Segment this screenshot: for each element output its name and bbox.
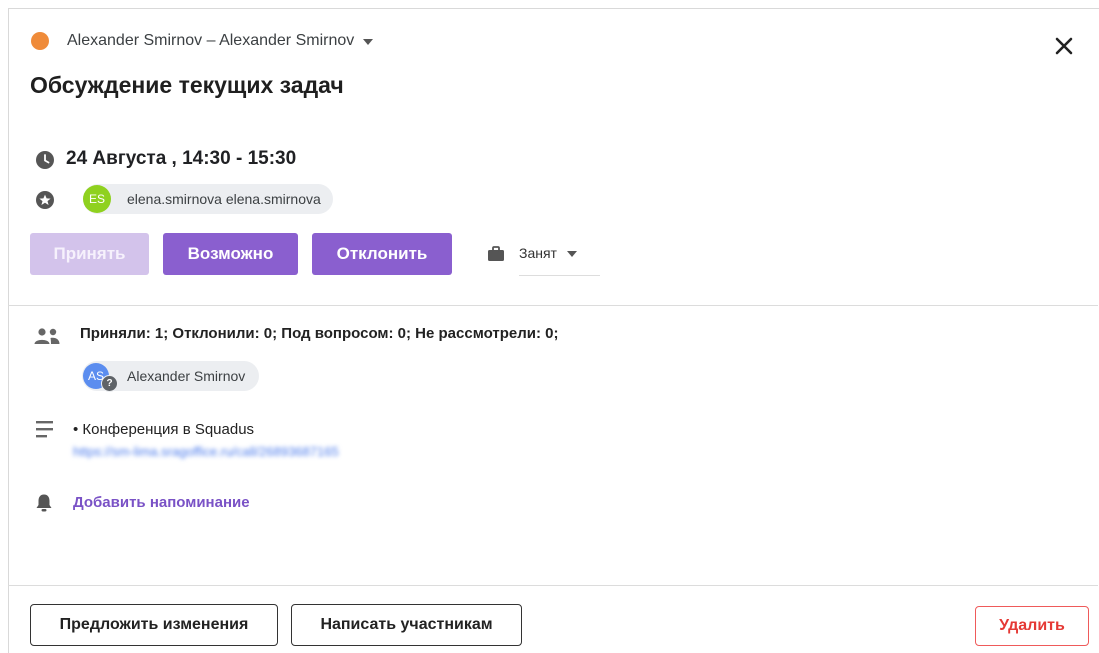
decline-button[interactable]: Отклонить	[312, 233, 452, 275]
accept-button[interactable]: Принять	[30, 233, 149, 275]
bell-icon	[36, 494, 52, 512]
maybe-button[interactable]: Возможно	[163, 233, 298, 275]
attendance-summary: Приняли: 1; Отклонили: 0; Под вопросом: …	[80, 325, 559, 342]
question-badge-icon: ?	[101, 375, 118, 392]
chevron-down-icon	[363, 39, 374, 45]
message-participants-button[interactable]: Написать участникам	[291, 604, 522, 646]
calendar-owner-label: Alexander Smirnov – Alexander Smirnov	[67, 32, 355, 49]
availability-value: Занят	[519, 245, 557, 261]
delete-button[interactable]: Удалить	[975, 606, 1089, 646]
conference-link[interactable]: https://sm-lima.sragoffice.ru/call/26893…	[73, 444, 339, 459]
briefcase-icon	[488, 246, 504, 261]
event-title: Обсуждение текущих задач	[30, 72, 344, 98]
people-icon	[34, 328, 60, 344]
attendee-name: Alexander Smirnov	[127, 368, 246, 384]
description-icon	[36, 421, 53, 438]
description-text: • Конференция в Squadus	[73, 421, 255, 438]
add-reminder-link[interactable]: Добавить напоминание	[73, 494, 250, 511]
availability-select[interactable]: Занят	[519, 245, 577, 261]
calendar-color-dot	[31, 32, 49, 50]
avatar: AS ?	[83, 363, 118, 392]
attendee-chip[interactable]: AS ? Alexander Smirnov	[82, 361, 260, 392]
clock-icon	[36, 151, 54, 169]
organizer-label: elena.smirnova elena.smirnova	[127, 191, 321, 207]
star-icon	[36, 191, 54, 209]
close-icon[interactable]	[1052, 34, 1076, 58]
propose-changes-button[interactable]: Предложить изменения	[30, 604, 278, 646]
calendar-selector[interactable]: Alexander Smirnov – Alexander Smirnov	[31, 32, 374, 50]
divider	[8, 305, 1098, 306]
chevron-down-icon	[566, 251, 577, 257]
select-underline	[519, 275, 600, 276]
divider	[8, 585, 1098, 586]
avatar: ES	[83, 185, 111, 213]
organizer-chip[interactable]: ES elena.smirnova elena.smirnova	[83, 184, 333, 214]
event-datetime: 24 Августа , 14:30 - 15:30	[66, 148, 297, 169]
